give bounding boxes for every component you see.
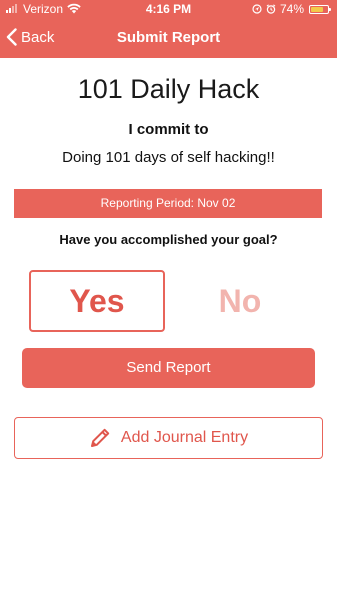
add-journal-entry-button[interactable]: Add Journal Entry xyxy=(14,417,323,459)
status-indicators: 74% xyxy=(252,2,331,16)
page-title: Submit Report xyxy=(116,29,221,46)
yes-button[interactable]: Yes xyxy=(29,270,165,332)
battery-percent: 74% xyxy=(279,2,304,16)
app-title: 101 Daily Hack xyxy=(77,74,260,104)
reporting-period-banner: Reporting Period: Nov 02 xyxy=(14,189,322,218)
add-journal-entry-label: Add Journal Entry xyxy=(120,429,249,446)
goal-question: Have you accomplished your goal? xyxy=(59,232,278,247)
no-button[interactable]: No xyxy=(172,270,308,332)
submit-report-screen: Verizon 4:16 PM 74% Back Submit Report 1… xyxy=(0,0,337,600)
send-report-button[interactable]: Send Report xyxy=(22,348,315,388)
commitment-text: Doing 101 days of self hacking!! xyxy=(62,149,275,166)
header: Verizon 4:16 PM 74% Back Submit Report xyxy=(0,0,337,58)
alarm-icon xyxy=(266,4,276,14)
status-bar: Verizon 4:16 PM 74% xyxy=(0,0,337,20)
battery-fill xyxy=(311,6,323,12)
commit-heading: I commit to xyxy=(128,121,209,138)
nav-bar: Back Submit Report xyxy=(0,20,337,58)
pencil-icon xyxy=(90,428,110,447)
battery-icon xyxy=(309,4,331,14)
location-icon xyxy=(252,4,262,14)
